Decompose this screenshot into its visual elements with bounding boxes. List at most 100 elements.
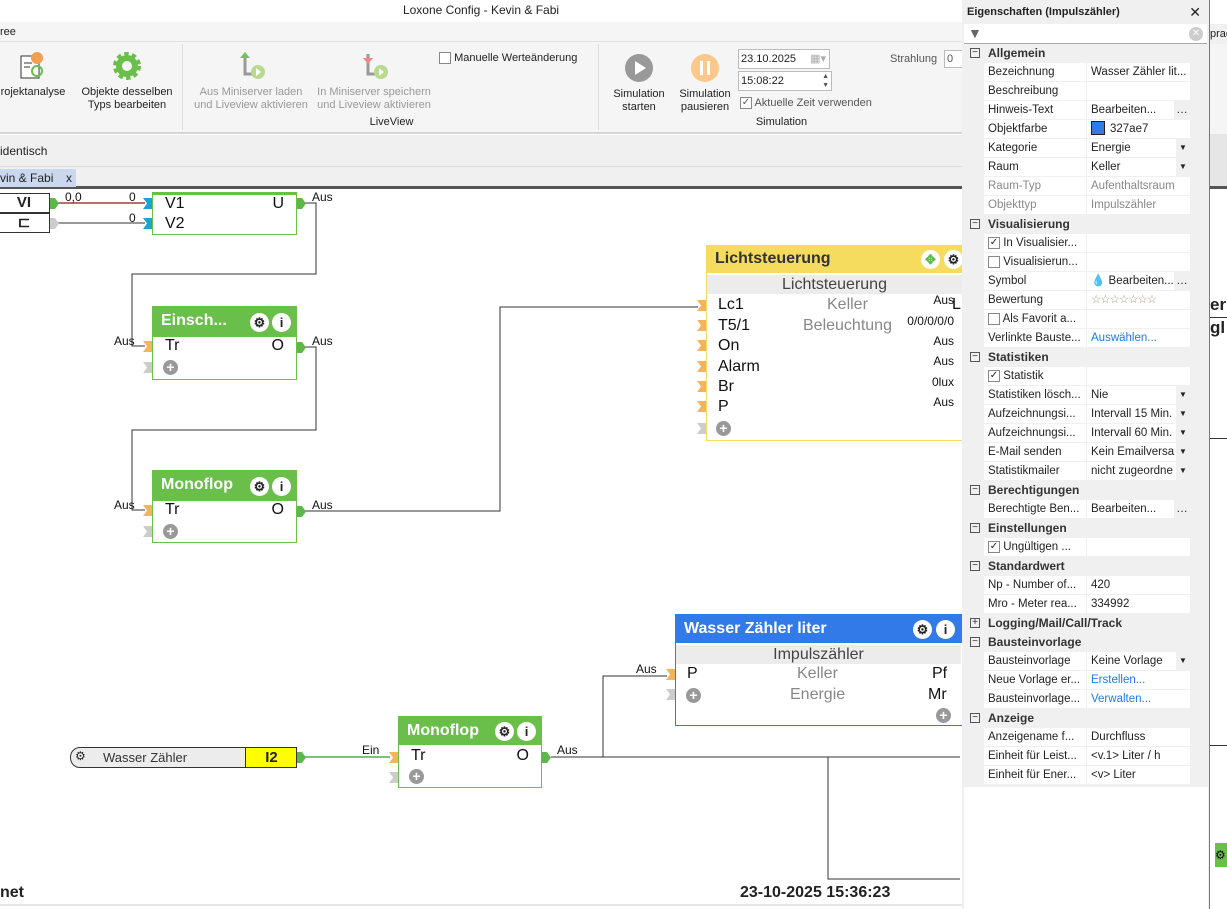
port-label: Pf [932,665,948,682]
prop-bezeichnung[interactable]: Bezeichnung Wasser Zähler lit... [984,63,1190,82]
collapse-icon[interactable]: − [970,352,980,362]
section-berechtigungen[interactable]: − Berechtigungen [962,481,1209,500]
collapse-icon[interactable]: − [970,561,980,571]
dropdown-icon[interactable]: ▼ [1176,443,1190,461]
info-icon[interactable]: i [272,313,291,332]
connector-input[interactable]: ⊏ [0,213,50,233]
clear-icon[interactable]: ✕ [1189,27,1203,41]
add-input-icon[interactable]: + [163,360,178,375]
section-einstellungen[interactable]: − Einstellungen [962,519,1209,538]
monoflop-block[interactable]: Monoflop ⚙ i Tr O + [152,470,297,543]
section-allgemein[interactable]: − Allgemein [962,44,1209,63]
dropdown-icon[interactable]: ▼ [1176,139,1190,157]
gear-icon[interactable]: ⚙ [1215,843,1227,867]
add-output-icon[interactable]: + [936,708,951,723]
dropdown-icon[interactable]: ▼ [1176,462,1190,480]
dropdown-icon[interactable]: ▼ [1176,424,1190,442]
block-1[interactable]: V1 V2 U [152,192,297,235]
checkbox-icon[interactable] [988,255,1000,268]
prop-visualisierung2[interactable]: Visualisierun... [984,253,1190,272]
dropdown-icon[interactable]: ▼ [1176,158,1190,176]
prop-berechtigte[interactable]: Berechtigte Ben... Bearbeiten...… [984,500,1190,519]
collapse-icon[interactable]: − [970,219,980,229]
prop-anzeigename[interactable]: Anzeigename f... Durchfluss [984,728,1190,747]
prop-beschreibung[interactable]: Beschreibung [984,82,1190,101]
prop-bewertung[interactable]: Bewertung ☆☆☆☆☆☆☆ [984,291,1190,310]
prop-einheit-leistung[interactable]: Einheit für Leist... <v.1> Liter / h [984,747,1190,766]
prop-symbol[interactable]: Symbol 💧 Bearbeiten...… [984,272,1190,291]
prop-hinweis[interactable]: Hinweis-Text Bearbeiten...… [984,101,1190,120]
properties-filter-input[interactable]: ▼ ✕ [964,24,1207,44]
info-icon[interactable]: i [272,477,291,496]
gear-icon[interactable]: ⚙ [250,477,269,496]
prop-kategorie[interactable]: Kategorie Energie ▼ [984,139,1190,158]
checkbox-icon[interactable]: ✓ [988,540,1000,553]
prop-einheit-energie[interactable]: Einheit für Ener... <v> Liter [984,766,1190,785]
section-bausteinvorlage[interactable]: − Bausteinvorlage [962,633,1209,652]
dropdown-icon[interactable]: ▼ [1176,652,1190,670]
close-icon[interactable]: ✕ [1189,0,1201,24]
prop-vorlage[interactable]: Bausteinvorlage Keine Vorlage ▼ [984,652,1190,671]
move-icon[interactable]: ✥ [921,250,940,269]
more-button[interactable]: … [1174,500,1190,518]
monoflop-block-2[interactable]: Monoflop ⚙ i Tr O + [398,716,542,788]
checkbox-icon[interactable]: ✓ [988,236,1000,249]
gear-icon[interactable]: ⚙ [75,749,86,763]
section-logging[interactable]: + Logging/Mail/Call/Track [962,614,1209,633]
more-button[interactable]: … [1174,101,1190,119]
port-label: O [271,337,284,354]
einsch-block[interactable]: Einsch... ⚙ i Tr O + [152,306,297,380]
prop-objektfarbe[interactable]: Objektfarbe 327ae7 [984,120,1190,139]
section-visualisierung[interactable]: − Visualisierung [962,215,1209,234]
info-icon[interactable]: i [936,620,955,639]
prop-neue-vorlage[interactable]: Neue Vorlage er... Erstellen... [984,671,1190,690]
rating-stars[interactable]: ☆☆☆☆☆☆☆ [1087,291,1190,310]
prop-aufzeichnung-2[interactable]: Aufzeichnungsi... Intervall 60 Min. ▼ [984,424,1190,443]
prop-stat-loeschen[interactable]: Statistiken lösch... Nie ▼ [984,386,1190,405]
more-button[interactable]: … [1174,272,1190,290]
section-statistiken[interactable]: − Statistiken [962,348,1209,367]
info-icon[interactable]: i [517,722,536,741]
prop-favorit[interactable]: Als Favorit a... [984,310,1190,329]
gear-icon[interactable]: ⚙ [495,722,514,741]
prop-raum[interactable]: Raum Keller ▼ [984,158,1190,177]
prop-ungueltigen[interactable]: ✓ Ungültigen ... [984,538,1190,557]
gear-icon[interactable]: ⚙ [913,620,932,639]
add-input-icon[interactable]: + [716,421,731,436]
add-input-icon[interactable]: + [163,524,178,539]
wasser-zaehler-input[interactable]: ⚙ Wasser Zähler I2 [70,747,297,768]
add-input-icon[interactable]: + [409,769,424,784]
prop-raumtyp: Raum-Typ Aufenthaltsraum [984,177,1190,196]
checkbox-icon[interactable]: ✓ [988,369,1000,382]
checkbox-icon[interactable] [988,312,1000,325]
vi-input[interactable]: VI [0,193,50,213]
gear-icon[interactable]: ⚙ [944,250,963,269]
prop-mro[interactable]: Mro - Meter rea... 334992 [984,595,1190,614]
prop-statistik[interactable]: ✓ Statistik [984,367,1190,386]
prop-in-visualisierung[interactable]: ✓ In Visualisier... [984,234,1190,253]
wire[interactable] [602,675,667,757]
collapse-icon[interactable]: − [970,637,980,647]
dropdown-icon[interactable]: ▼ [1176,405,1190,423]
prop-statistikmailer[interactable]: Statistikmailer nicht zugeordne ▼ [984,462,1190,481]
prop-np[interactable]: Np - Number of... 420 [984,576,1190,595]
dropdown-icon[interactable]: ▼ [1176,386,1190,404]
expand-icon[interactable]: + [970,618,980,628]
section-standardwert[interactable]: − Standardwert [962,557,1209,576]
prop-email[interactable]: E-Mail senden Kein Emailversa ▼ [984,443,1190,462]
prop-aufzeichnung-1[interactable]: Aufzeichnungsi... Intervall 15 Min. ▼ [984,405,1190,424]
color-swatch[interactable] [1091,121,1105,135]
section-anzeige[interactable]: − Anzeige [962,709,1209,728]
property-description-area [964,787,1208,909]
collapse-icon[interactable]: − [970,713,980,723]
wire[interactable] [827,757,960,880]
collapse-icon[interactable]: − [970,523,980,533]
add-input-icon[interactable]: + [686,688,701,703]
collapse-icon[interactable]: − [970,485,980,495]
prop-vorlage-verwalten[interactable]: Bausteinvorlage... Verwalten... [984,690,1190,709]
wire[interactable] [305,306,698,512]
prop-verlinkte[interactable]: Verlinkte Bauste... Auswählen... [984,329,1190,348]
wasser-zaehler-block[interactable]: Wasser Zähler liter ⚙ i Impulszähler P Ke… [675,614,975,726]
gear-icon[interactable]: ⚙ [250,313,269,332]
collapse-icon[interactable]: − [970,48,980,58]
